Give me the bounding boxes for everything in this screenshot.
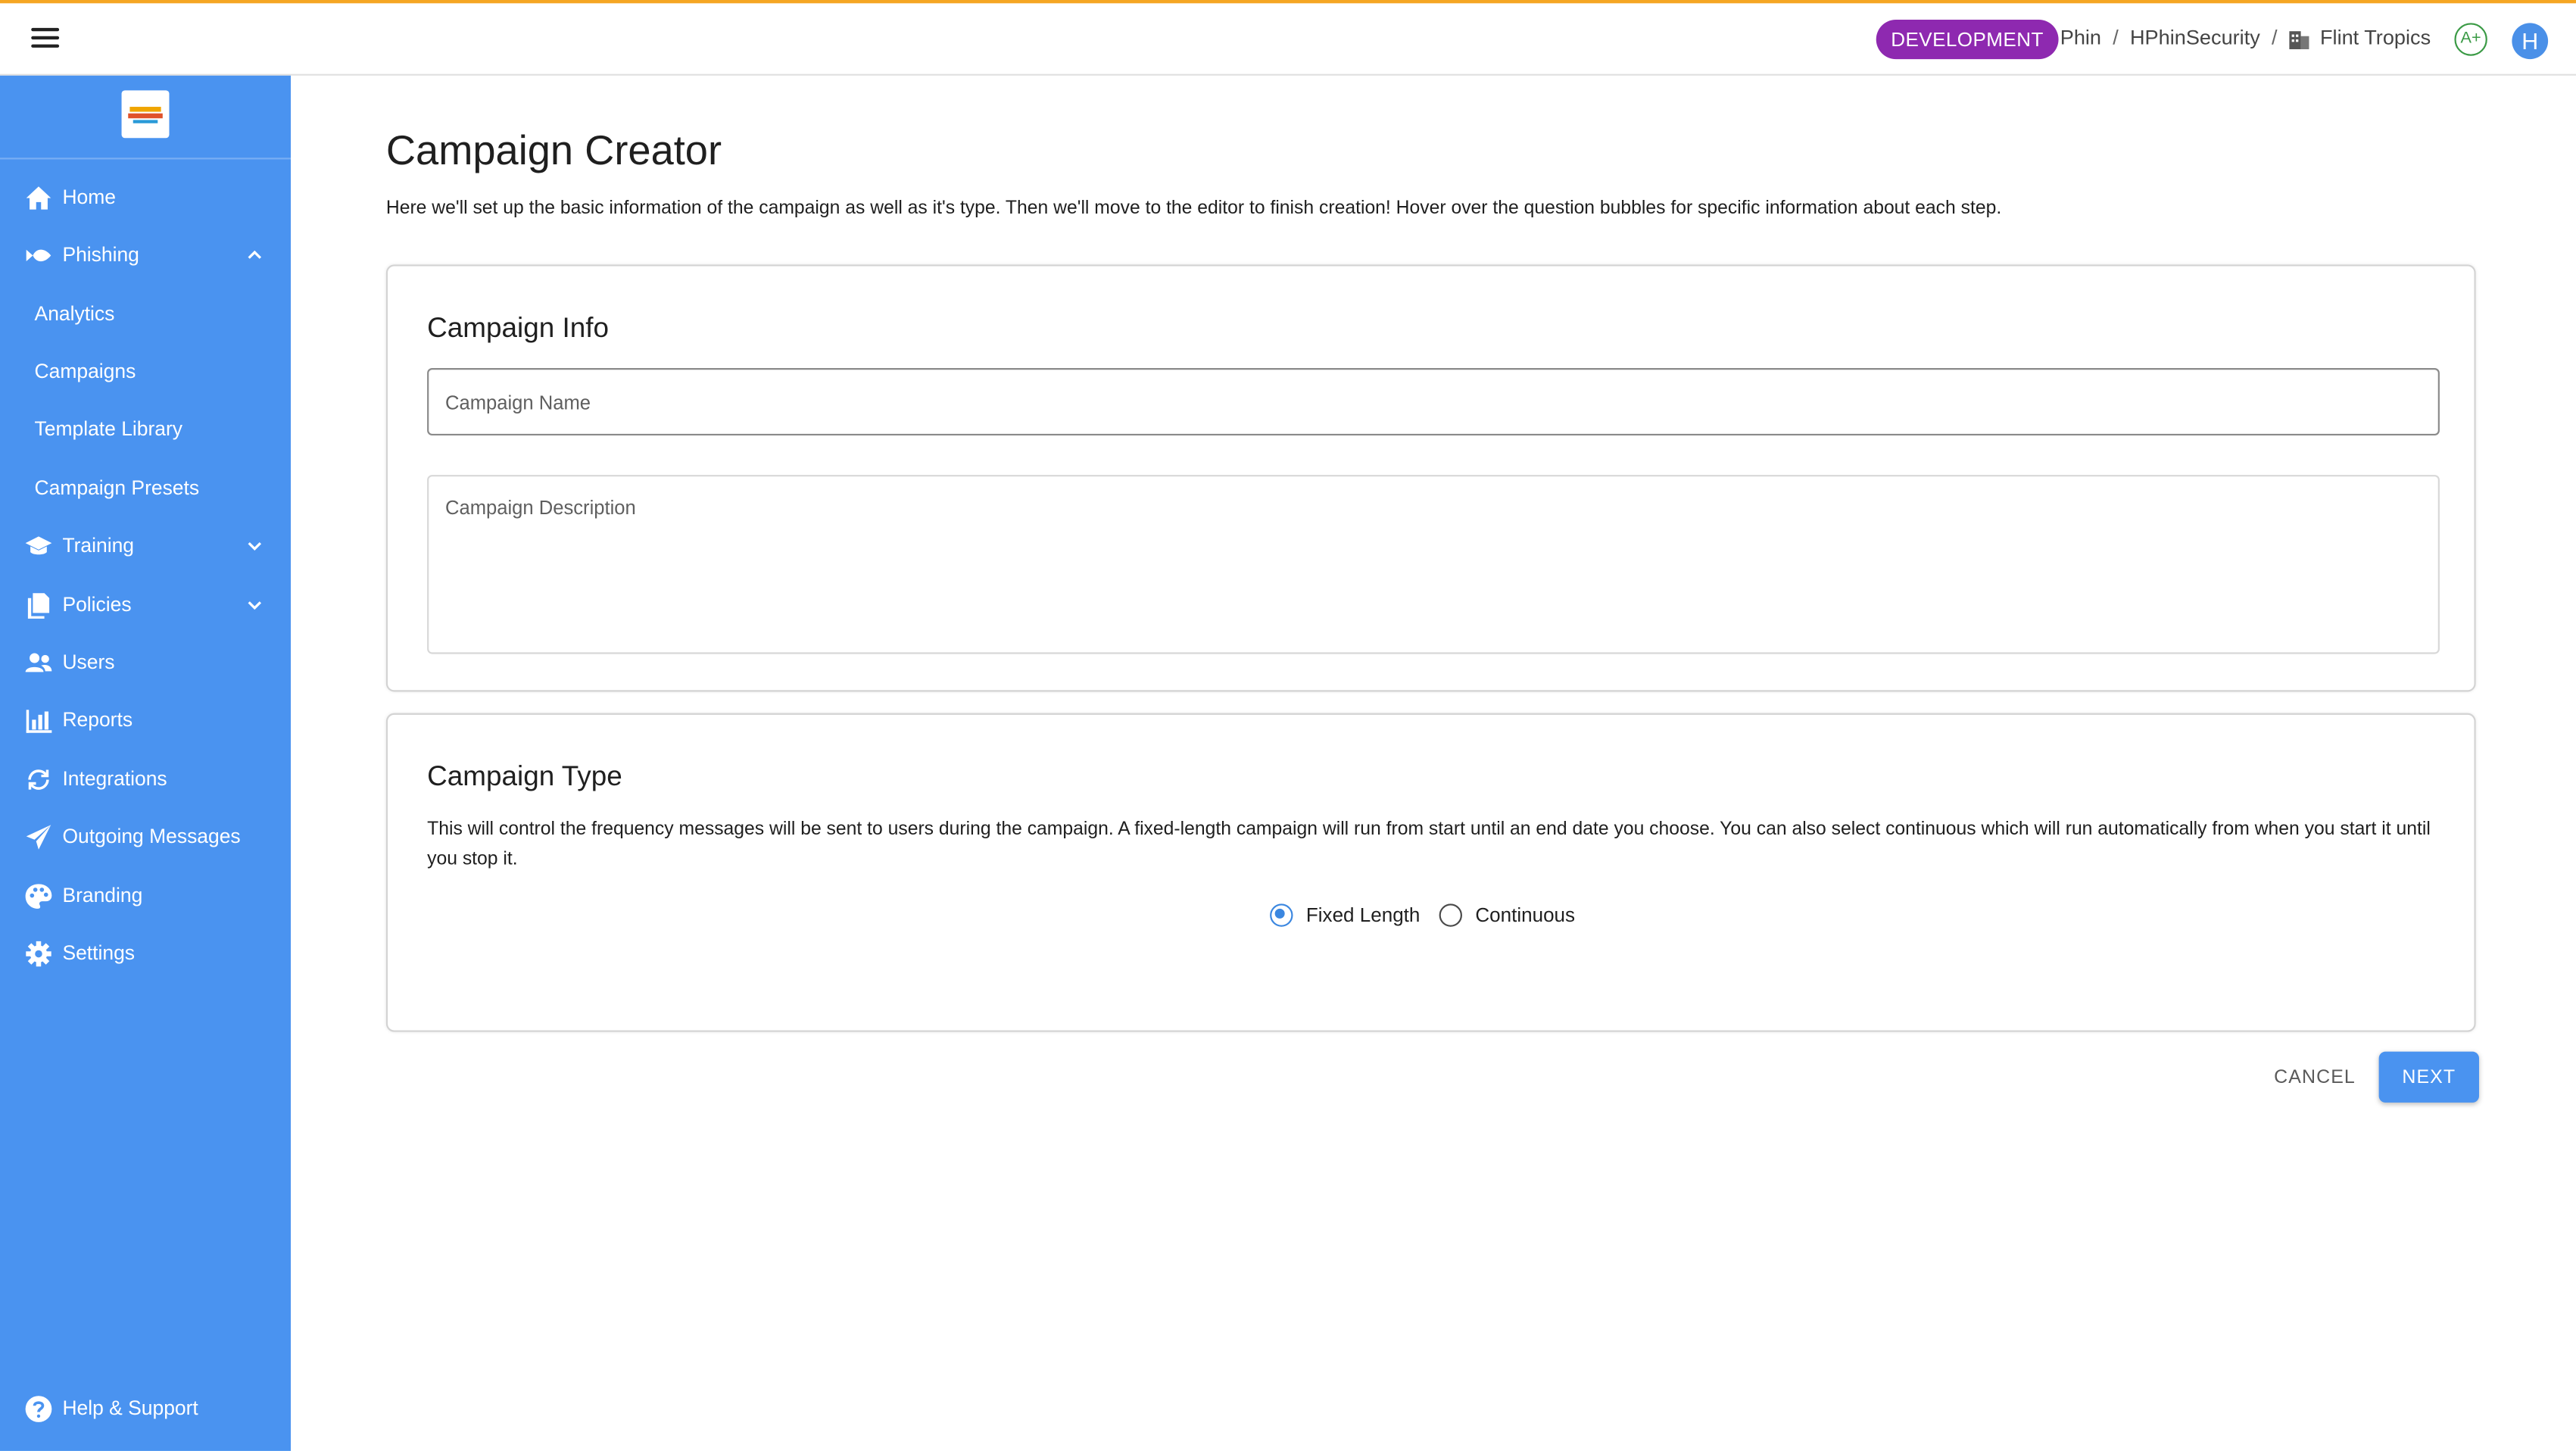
radio-fixed-length[interactable]: Fixed Length xyxy=(1270,903,1421,927)
breadcrumb-item-company[interactable]: Flint Tropics xyxy=(2320,27,2431,49)
sidebar-item-label: Outgoing Messages xyxy=(62,825,241,848)
main-content: Campaign Creator Here we'll set up the b… xyxy=(291,76,2576,1451)
sidebar-item-branding[interactable]: Branding xyxy=(0,868,291,924)
send-icon xyxy=(26,825,51,850)
campaign-description-input[interactable] xyxy=(427,475,2440,654)
sidebar-item-label: Integrations xyxy=(62,767,167,791)
policies-icon xyxy=(27,593,50,619)
sidebar-item-outgoing-messages[interactable]: Outgoing Messages xyxy=(0,809,291,865)
sidebar-item-campaign-presets[interactable]: Campaign Presets xyxy=(0,460,291,516)
building-icon xyxy=(2289,31,2309,50)
graduation-cap-icon xyxy=(25,536,52,555)
cancel-button[interactable]: CANCEL xyxy=(2263,1055,2368,1101)
environment-badge: DEVELOPMENT xyxy=(1876,20,2059,60)
sidebar-item-reports[interactable]: Reports xyxy=(0,691,291,747)
radio-continuous[interactable]: Continuous xyxy=(1439,903,1576,927)
breadcrumb-item-root[interactable]: Phin xyxy=(2060,27,2101,49)
sidebar-item-label: Branding xyxy=(62,884,143,907)
breadcrumb-item-partner[interactable]: HPhinSecurity xyxy=(2130,27,2260,49)
hamburger-icon[interactable] xyxy=(31,27,61,49)
sidebar-item-label: Policies xyxy=(62,593,132,616)
radio-label: Fixed Length xyxy=(1305,903,1421,927)
sidebar-item-help-support[interactable]: Help & Support xyxy=(0,1381,291,1437)
sidebar-item-label: Home xyxy=(62,186,116,209)
sidebar-item-policies[interactable]: Policies xyxy=(0,577,291,633)
sidebar-item-label: Campaign Presets xyxy=(34,476,200,500)
sidebar-item-label: Reports xyxy=(62,708,133,732)
campaign-type-description: This will control the frequency messages… xyxy=(427,819,2431,869)
campaign-type-card: Campaign Type This will control the freq… xyxy=(385,713,2476,1032)
sidebar-logo-area xyxy=(0,76,292,160)
sidebar-item-analytics[interactable]: Analytics xyxy=(0,286,291,342)
help-question-icon xyxy=(25,1396,52,1422)
sidebar-item-label: Analytics xyxy=(34,302,115,326)
campaign-type-title: Campaign Type xyxy=(427,760,622,792)
gear-icon xyxy=(26,941,51,967)
sidebar-item-label: Help & Support xyxy=(62,1396,198,1420)
campaign-name-input[interactable] xyxy=(427,368,2440,435)
reports-chart-icon xyxy=(26,710,52,733)
security-grade-badge[interactable]: A+ xyxy=(2454,23,2487,56)
company-logo[interactable] xyxy=(121,90,170,139)
avatar[interactable]: H xyxy=(2512,23,2549,60)
chevron-down-icon xyxy=(248,541,262,551)
sidebar-item-users[interactable]: Users xyxy=(0,635,291,691)
sidebar-item-template-library[interactable]: Template Library xyxy=(0,401,291,457)
phishing-icon xyxy=(26,249,51,262)
radio-button-checked[interactable] xyxy=(1270,903,1293,927)
home-icon xyxy=(26,186,51,210)
sidebar: Home Phishing Analytics Campaigns Templa… xyxy=(0,75,292,1451)
sidebar-item-label: Campaigns xyxy=(34,360,136,383)
sidebar-item-integrations[interactable]: Integrations xyxy=(0,751,291,807)
breadcrumb-separator: / xyxy=(2113,26,2119,50)
top-app-bar: DEVELOPMENT Phin / HPhinSecurity / Flint… xyxy=(0,0,2576,76)
sidebar-item-settings[interactable]: Settings xyxy=(0,925,291,981)
chevron-down-icon xyxy=(248,601,262,610)
flint-tropics-logo-icon xyxy=(128,107,163,123)
campaign-info-card: Campaign Info xyxy=(385,264,2476,692)
sidebar-item-home[interactable]: Home xyxy=(0,169,291,225)
page-title: Campaign Creator xyxy=(385,128,722,174)
sidebar-item-label: Phishing xyxy=(62,243,139,267)
campaign-info-title: Campaign Info xyxy=(427,312,610,344)
sidebar-item-campaigns[interactable]: Campaigns xyxy=(0,343,291,399)
breadcrumb: Phin / HPhinSecurity / Flint Tropics xyxy=(2060,26,2431,50)
radio-button-unchecked[interactable] xyxy=(1439,903,1462,927)
sidebar-item-training[interactable]: Training xyxy=(0,517,291,573)
sidebar-item-label: Template Library xyxy=(34,417,183,441)
users-icon xyxy=(25,653,52,672)
sidebar-item-phishing[interactable]: Phishing xyxy=(0,226,291,282)
radio-label: Continuous xyxy=(1475,903,1576,927)
chevron-up-icon xyxy=(248,250,262,259)
integrations-sync-icon xyxy=(28,769,49,790)
next-button[interactable]: NEXT xyxy=(2378,1051,2479,1103)
breadcrumb-separator: / xyxy=(2272,26,2278,50)
palette-icon xyxy=(25,884,52,909)
page-intro-text: Here we'll set up the basic information … xyxy=(385,198,2002,219)
sidebar-item-label: Users xyxy=(62,651,115,674)
sidebar-item-label: Settings xyxy=(62,941,136,965)
sidebar-item-label: Training xyxy=(62,534,135,557)
